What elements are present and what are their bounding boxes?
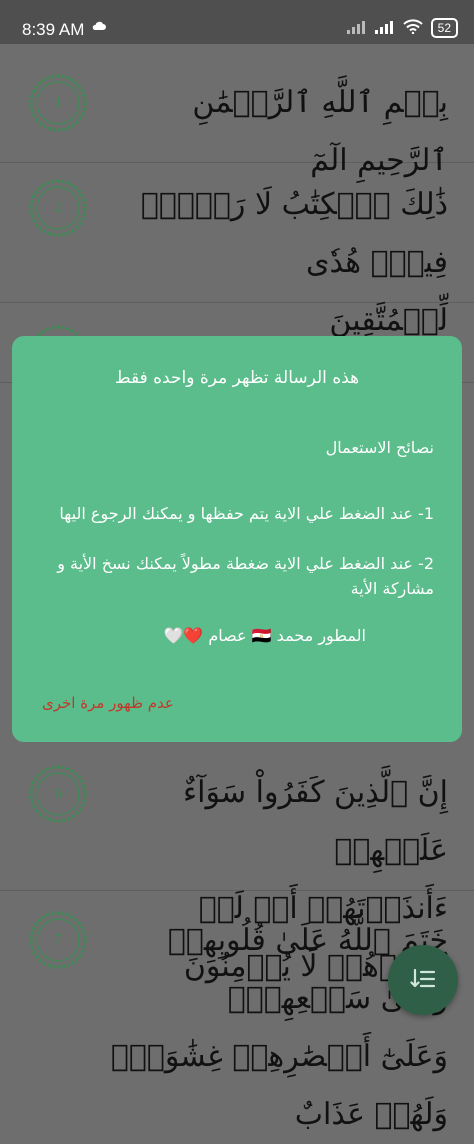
verse-number: 6 [54, 786, 62, 802]
status-bar: 8:39 AM 52 [0, 0, 474, 44]
verse-number: 7 [54, 932, 62, 948]
verse-number-badge: 2 [26, 176, 90, 240]
tips-heading: نصائح الاستعمال [325, 438, 434, 457]
signal-icon [346, 19, 367, 38]
dont-show-again-button[interactable]: عدم ظهور مرة اخرى [42, 694, 174, 712]
verse-item[interactable]: 1 بِسۡمِ ٱللَّهِ ٱلرَّحۡمَٰنِ ٱلرَّحِيمِ… [0, 44, 474, 178]
verse-number: 2 [54, 200, 62, 216]
verse-line: وَعَلَىٰٓ أَبۡصَٰرِهِمۡ غِشَٰوَةٞۖ وَلَه… [110, 1039, 448, 1132]
dialog-title: هذه الرسالة تظهر مرة واحده فقط [114, 368, 360, 388]
battery-icon: 52 [430, 18, 458, 38]
developer-credit: المطور محمد 🇪🇬 عصام ❤️🤍 [163, 626, 366, 645]
status-icons: 52 [346, 18, 458, 38]
signal-icon [374, 19, 395, 38]
verse-line: ذَٰلِكَ ٱلۡكِتَٰبُ لَا رَيۡبَۛ فِيهِۛ هُ… [140, 187, 448, 280]
tip-2-line-2: مشاركة الأية [350, 579, 434, 598]
status-time: 8:39 AM [22, 20, 85, 39]
wifi-icon [402, 18, 423, 38]
cloud-icon [92, 20, 106, 35]
sort-fab-button[interactable] [388, 945, 458, 1015]
verse-item[interactable]: 2 ذَٰلِكَ ٱلۡكِتَٰبُ لَا رَيۡبَۛ فِيهِۛ … [0, 162, 474, 338]
verse-number: 1 [54, 95, 62, 111]
verse-number-badge: 1 [26, 71, 90, 135]
verse-line: إِنَّ ٱلَّذِينَ كَفَرُواْ سَوَآءٌ عَلَيۡ… [183, 775, 448, 868]
verse-number-badge: 6 [26, 762, 90, 826]
tip-2-line-1: 2- عند الضغط علي الاية ضغطة مطولاً يمكنك… [57, 554, 434, 573]
verse-item[interactable]: 6 إِنَّ ٱلَّذِينَ كَفَرُواْ سَوَآءٌ عَلَ… [0, 742, 474, 984]
verse-number-badge: 7 [26, 908, 90, 972]
one-time-tips-dialog: هذه الرسالة تظهر مرة واحده فقط نصائح الا… [12, 336, 462, 742]
sort-list-icon [410, 968, 436, 988]
tip-1: 1- عند الضغط علي الاية يتم حفظها و يمكنك… [59, 504, 434, 523]
